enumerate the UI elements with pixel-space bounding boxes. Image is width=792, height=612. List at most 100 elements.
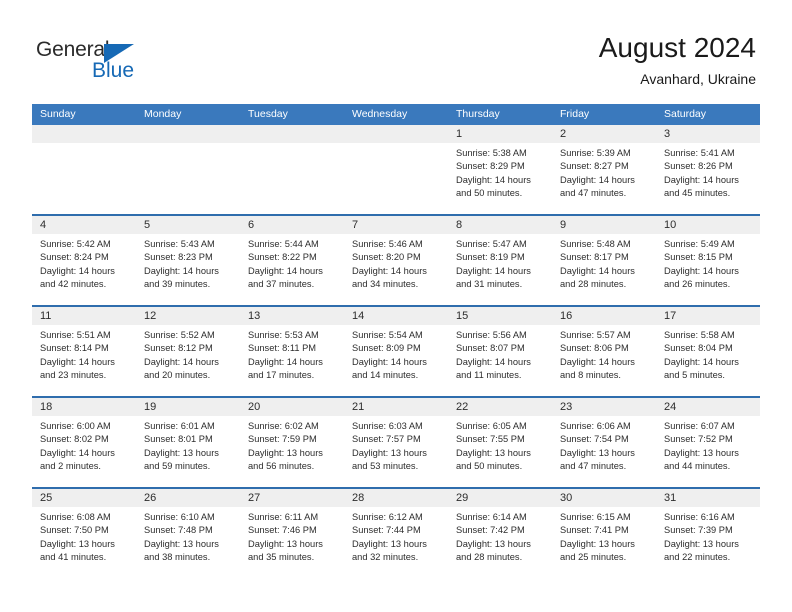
- weekday-header-thursday: Thursday: [456, 108, 500, 120]
- daylight-text: Daylight: 14 hours and 39 minutes.: [144, 265, 219, 290]
- day-details: Sunrise: 6:00 AM Sunset: 8:02 PM Daylight:…: [32, 416, 136, 474]
- daylight-text: Daylight: 14 hours and 26 minutes.: [664, 265, 739, 290]
- day-details: Sunrise: 5:58 AM Sunset: 8:04 PM Daylight:…: [656, 325, 760, 383]
- sunrise-text: Sunrise: 5:56 AM: [456, 330, 527, 340]
- day-cell[interactable]: 4 Sunrise: 5:42 AM Sunset: 8:24 PM Daylight…: [32, 216, 136, 305]
- day-cell[interactable]: 11 Sunrise: 5:51 AM Sunset: 8:14 PM Dayligh…: [32, 307, 136, 396]
- sunset-text: Sunset: 8:20 PM: [352, 252, 421, 263]
- sunrise-text: Sunrise: 5:54 AM: [352, 330, 423, 340]
- day-cell[interactable]: 14 Sunrise: 5:54 AM Sunset: 8:09 PM Dayligh…: [344, 307, 448, 396]
- day-cell[interactable]: 26 Sunrise: 6:10 AM Sunset: 7:48 PM Dayligh…: [136, 489, 240, 578]
- daylight-text: Daylight: 14 hours and 17 minutes.: [248, 356, 323, 381]
- weekday-header-monday: Monday: [144, 108, 182, 120]
- day-details: Sunrise: 5:54 AM Sunset: 8:09 PM Daylight:…: [344, 325, 448, 383]
- day-cell[interactable]: 30 Sunrise: 6:15 AM Sunset: 7:41 PM Dayligh…: [552, 489, 656, 578]
- day-cell[interactable]: 13 Sunrise: 5:53 AM Sunset: 8:11 PM Dayligh…: [240, 307, 344, 396]
- sunrise-text: Sunrise: 5:43 AM: [144, 239, 215, 249]
- day-cell[interactable]: 10 Sunrise: 5:49 AM Sunset: 8:15 PM Dayligh…: [656, 216, 760, 305]
- daylight-text: Daylight: 13 hours and 50 minutes.: [456, 447, 531, 472]
- sunset-text: Sunset: 8:07 PM: [456, 343, 525, 354]
- generalblue-logo[interactable]: General Blue: [36, 38, 156, 84]
- day-cell[interactable]: 16 Sunrise: 5:57 AM Sunset: 8:06 PM Dayligh…: [552, 307, 656, 396]
- day-cell-empty: [344, 125, 448, 214]
- day-cell[interactable]: 12 Sunrise: 5:52 AM Sunset: 8:12 PM Dayligh…: [136, 307, 240, 396]
- day-details: Sunrise: 5:46 AM Sunset: 8:20 PM Daylight:…: [344, 234, 448, 292]
- day-number: [344, 125, 448, 143]
- sunset-text: Sunset: 7:42 PM: [456, 525, 525, 536]
- day-cell[interactable]: 6 Sunrise: 5:44 AM Sunset: 8:22 PM Daylight…: [240, 216, 344, 305]
- day-cell[interactable]: 29 Sunrise: 6:14 AM Sunset: 7:42 PM Dayligh…: [448, 489, 552, 578]
- weekday-header-sunday: Sunday: [40, 108, 76, 120]
- day-number: 9: [552, 216, 656, 234]
- day-cell[interactable]: 19 Sunrise: 6:01 AM Sunset: 8:01 PM Dayligh…: [136, 398, 240, 487]
- day-number: 31: [656, 489, 760, 507]
- day-details: Sunrise: 5:38 AM Sunset: 8:29 PM Daylight:…: [448, 143, 552, 201]
- day-cell[interactable]: 2 Sunrise: 5:39 AM Sunset: 8:27 PM Daylight…: [552, 125, 656, 214]
- sunset-text: Sunset: 8:14 PM: [40, 343, 109, 354]
- sunrise-text: Sunrise: 6:16 AM: [664, 512, 735, 522]
- day-cell[interactable]: 15 Sunrise: 5:56 AM Sunset: 8:07 PM Dayligh…: [448, 307, 552, 396]
- day-cell[interactable]: 3 Sunrise: 5:41 AM Sunset: 8:26 PM Daylight…: [656, 125, 760, 214]
- daylight-text: Daylight: 13 hours and 32 minutes.: [352, 538, 427, 563]
- sunset-text: Sunset: 7:57 PM: [352, 434, 421, 445]
- sunrise-text: Sunrise: 5:38 AM: [456, 148, 527, 158]
- day-cell-empty: [136, 125, 240, 214]
- day-details: Sunrise: 5:41 AM Sunset: 8:26 PM Daylight:…: [656, 143, 760, 201]
- day-cell[interactable]: 20 Sunrise: 6:02 AM Sunset: 7:59 PM Dayligh…: [240, 398, 344, 487]
- day-details: Sunrise: 6:11 AM Sunset: 7:46 PM Daylight:…: [240, 507, 344, 565]
- day-details: Sunrise: 6:12 AM Sunset: 7:44 PM Daylight:…: [344, 507, 448, 565]
- day-cell[interactable]: 22 Sunrise: 6:05 AM Sunset: 7:55 PM Dayligh…: [448, 398, 552, 487]
- weekday-header-saturday: Saturday: [664, 108, 707, 120]
- day-number: 29: [448, 489, 552, 507]
- daylight-text: Daylight: 14 hours and 37 minutes.: [248, 265, 323, 290]
- sunrise-text: Sunrise: 6:06 AM: [560, 421, 631, 431]
- day-details: Sunrise: 5:47 AM Sunset: 8:19 PM Daylight:…: [448, 234, 552, 292]
- day-cell[interactable]: 21 Sunrise: 6:03 AM Sunset: 7:57 PM Dayligh…: [344, 398, 448, 487]
- daylight-text: Daylight: 13 hours and 41 minutes.: [40, 538, 115, 563]
- sunrise-text: Sunrise: 6:03 AM: [352, 421, 423, 431]
- day-cell[interactable]: 24 Sunrise: 6:07 AM Sunset: 7:52 PM Dayligh…: [656, 398, 760, 487]
- daylight-text: Daylight: 13 hours and 47 minutes.: [560, 447, 635, 472]
- daylight-text: Daylight: 13 hours and 35 minutes.: [248, 538, 323, 563]
- daylight-text: Daylight: 14 hours and 31 minutes.: [456, 265, 531, 290]
- day-cell[interactable]: 8 Sunrise: 5:47 AM Sunset: 8:19 PM Daylight…: [448, 216, 552, 305]
- sunrise-text: Sunrise: 5:57 AM: [560, 330, 631, 340]
- day-details: Sunrise: 6:02 AM Sunset: 7:59 PM Daylight:…: [240, 416, 344, 474]
- daylight-text: Daylight: 13 hours and 38 minutes.: [144, 538, 219, 563]
- day-details: Sunrise: 5:39 AM Sunset: 8:27 PM Daylight:…: [552, 143, 656, 201]
- day-cell[interactable]: 27 Sunrise: 6:11 AM Sunset: 7:46 PM Dayligh…: [240, 489, 344, 578]
- day-details: Sunrise: 5:42 AM Sunset: 8:24 PM Daylight:…: [32, 234, 136, 292]
- day-number: 5: [136, 216, 240, 234]
- sunrise-text: Sunrise: 6:08 AM: [40, 512, 111, 522]
- day-details: Sunrise: 6:01 AM Sunset: 8:01 PM Daylight:…: [136, 416, 240, 474]
- day-cell[interactable]: 28 Sunrise: 6:12 AM Sunset: 7:44 PM Dayligh…: [344, 489, 448, 578]
- day-details: Sunrise: 6:10 AM Sunset: 7:48 PM Daylight:…: [136, 507, 240, 565]
- day-cell[interactable]: 18 Sunrise: 6:00 AM Sunset: 8:02 PM Dayligh…: [32, 398, 136, 487]
- day-details: Sunrise: 5:57 AM Sunset: 8:06 PM Daylight:…: [552, 325, 656, 383]
- title-block: August 2024 Avanhard, Ukraine: [599, 30, 756, 89]
- day-details: Sunrise: 5:48 AM Sunset: 8:17 PM Daylight:…: [552, 234, 656, 292]
- day-cell[interactable]: 31 Sunrise: 6:16 AM Sunset: 7:39 PM Dayligh…: [656, 489, 760, 578]
- day-cell-empty: [240, 125, 344, 214]
- day-cell[interactable]: 1 Sunrise: 5:38 AM Sunset: 8:29 PM Daylight…: [448, 125, 552, 214]
- day-number: 12: [136, 307, 240, 325]
- weekday-header-tuesday: Tuesday: [248, 108, 288, 120]
- day-cell[interactable]: 7 Sunrise: 5:46 AM Sunset: 8:20 PM Daylight…: [344, 216, 448, 305]
- day-number: 8: [448, 216, 552, 234]
- calendar-week-row: 4 Sunrise: 5:42 AM Sunset: 8:24 PM Daylight…: [32, 214, 760, 305]
- day-cell[interactable]: 25 Sunrise: 6:08 AM Sunset: 7:50 PM Dayligh…: [32, 489, 136, 578]
- day-number: 24: [656, 398, 760, 416]
- calendar-page: General Blue August 2024 Avanhard, Ukrai…: [0, 0, 792, 612]
- sunset-text: Sunset: 8:09 PM: [352, 343, 421, 354]
- day-cell[interactable]: 17 Sunrise: 5:58 AM Sunset: 8:04 PM Dayligh…: [656, 307, 760, 396]
- day-cell[interactable]: 23 Sunrise: 6:06 AM Sunset: 7:54 PM Dayligh…: [552, 398, 656, 487]
- sunset-text: Sunset: 8:04 PM: [664, 343, 733, 354]
- day-number: 10: [656, 216, 760, 234]
- sunset-text: Sunset: 8:22 PM: [248, 252, 317, 263]
- calendar-grid: Sunday Monday Tuesday Wednesday Thursday…: [32, 104, 760, 578]
- day-cell[interactable]: 9 Sunrise: 5:48 AM Sunset: 8:17 PM Daylight…: [552, 216, 656, 305]
- daylight-text: Daylight: 13 hours and 53 minutes.: [352, 447, 427, 472]
- day-number: [136, 125, 240, 143]
- day-cell[interactable]: 5 Sunrise: 5:43 AM Sunset: 8:23 PM Daylight…: [136, 216, 240, 305]
- calendar-week-row: 1 Sunrise: 5:38 AM Sunset: 8:29 PM Daylight…: [32, 125, 760, 214]
